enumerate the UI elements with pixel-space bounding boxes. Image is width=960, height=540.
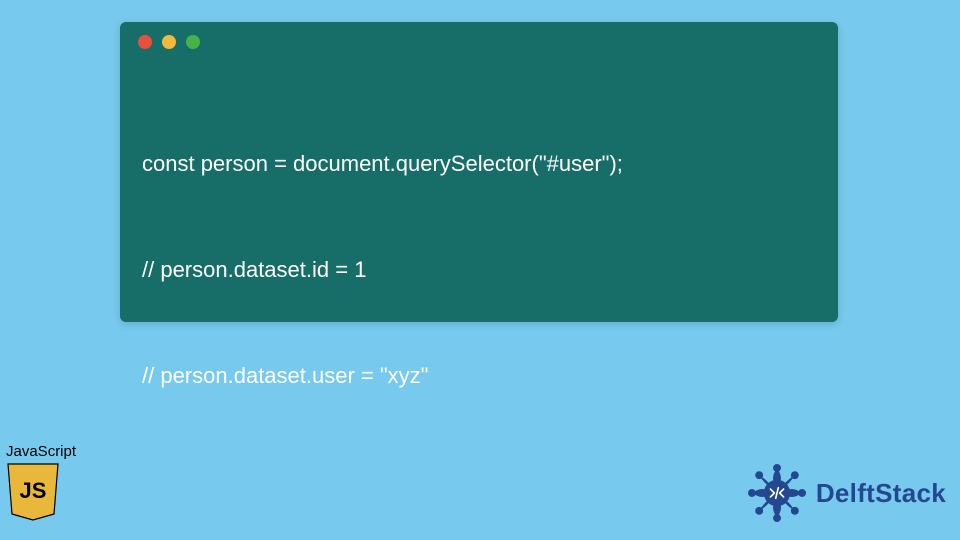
brand-name: DelftStack: [816, 478, 946, 509]
window-titlebar: [120, 22, 838, 62]
svg-text:JS: JS: [20, 478, 47, 503]
javascript-label: JavaScript: [4, 443, 90, 460]
close-icon: [138, 35, 152, 49]
javascript-logo-icon: JS: [6, 462, 60, 522]
code-line: const person = document.querySelector("#…: [142, 146, 816, 181]
code-line: // person.dataset.user = "xyz": [142, 358, 816, 393]
delftstack-logo: DelftStack: [744, 460, 946, 526]
code-block: const person = document.querySelector("#…: [120, 62, 838, 540]
javascript-badge: JavaScript JS: [4, 443, 90, 522]
code-window: const person = document.querySelector("#…: [120, 22, 838, 322]
code-line: // person.dataset.id = 1: [142, 252, 816, 287]
maximize-icon: [186, 35, 200, 49]
delftstack-mark-icon: [744, 460, 810, 526]
minimize-icon: [162, 35, 176, 49]
code-line: [142, 463, 816, 485]
